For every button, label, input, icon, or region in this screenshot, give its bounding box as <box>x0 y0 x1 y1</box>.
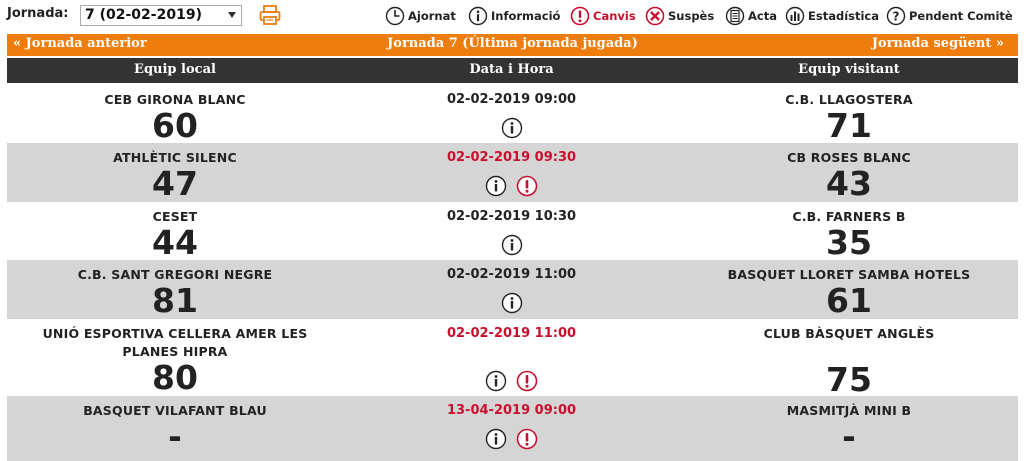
home-team-cell: CEB GIRONA BLANC 60 <box>7 85 343 143</box>
home-score: 44 <box>152 223 198 262</box>
document-icon <box>725 6 745 26</box>
home-team-cell: CESET 44 <box>7 202 343 260</box>
info-icon <box>468 6 488 26</box>
table-row: BASQUET VILAFANT BLAU - 13-04-2019 09:00… <box>7 396 1018 461</box>
alert-icon[interactable] <box>516 428 538 454</box>
away-score: 61 <box>826 281 872 320</box>
away-score: 43 <box>826 164 872 203</box>
stats-icon <box>785 6 805 26</box>
datetime-cell: 02-02-2019 09:00 <box>343 85 680 143</box>
toolbar: Jornada: 7 (02-02-2019) Ajornat Informac… <box>0 0 1024 31</box>
next-jornada-link[interactable]: Jornada següent » <box>872 36 1004 51</box>
table-header: Equip local Data i Hora Equip visitant <box>7 58 1018 83</box>
info-icon[interactable] <box>485 428 507 454</box>
clock-icon <box>385 6 405 26</box>
home-score: 60 <box>152 106 198 145</box>
home-team-cell: C.B. SANT GREGORI NEGRE 81 <box>7 260 343 318</box>
match-datetime: 02-02-2019 10:30 <box>446 209 577 224</box>
match-datetime: 13-04-2019 09:00 <box>446 403 577 418</box>
table-row: C.B. SANT GREGORI NEGRE 81 02-02-2019 11… <box>7 260 1018 319</box>
legend-label: Ajornat <box>408 9 456 23</box>
legend-estadistica: Estadística <box>785 5 879 27</box>
info-icon[interactable] <box>501 292 523 318</box>
info-icon[interactable] <box>501 234 523 260</box>
away-team-cell: MASMITJÀ MINI B - <box>680 396 1018 454</box>
header-away-team: Equip visitant <box>798 62 900 77</box>
match-datetime: 02-02-2019 09:00 <box>446 92 577 107</box>
legend-label: Estadística <box>808 9 879 23</box>
home-team-name[interactable]: UNIÓ ESPORTIVA CELLERA AMER LES PLANES H… <box>7 319 343 361</box>
jornada-nav-bar: Jornada 7 (Última jornada jugada) « Jorn… <box>7 34 1018 56</box>
legend-label: Suspès <box>668 9 715 23</box>
home-score: 47 <box>152 164 198 203</box>
away-score: 75 <box>826 360 872 399</box>
table-row: CEB GIRONA BLANC 60 02-02-2019 09:00 C.B… <box>7 85 1018 143</box>
home-team-cell: UNIÓ ESPORTIVA CELLERA AMER LES PLANES H… <box>7 319 343 395</box>
alert-icon[interactable] <box>516 175 538 201</box>
home-score: 81 <box>152 281 198 320</box>
jornada-select[interactable]: 7 (02-02-2019) <box>80 5 242 26</box>
datetime-cell: 02-02-2019 11:00 <box>343 319 680 396</box>
away-score: - <box>842 417 856 456</box>
print-icon[interactable] <box>259 5 281 25</box>
legend-label: Informació <box>491 9 561 23</box>
legend-label: Acta <box>748 9 777 23</box>
legend-pendent-comite: ? Pendent Comitè <box>886 5 1013 27</box>
legend-ajornat: Ajornat <box>385 5 456 27</box>
legend-informacio: Informació <box>468 5 560 27</box>
datetime-cell: 02-02-2019 10:30 <box>343 202 680 260</box>
away-team-cell: C.B. LLAGOSTERA 71 <box>680 85 1018 143</box>
legend-label: Canvis <box>593 9 636 23</box>
datetime-cell: 02-02-2019 11:00 <box>343 260 680 318</box>
home-team-cell: BASQUET VILAFANT BLAU - <box>7 396 343 454</box>
alert-icon[interactable] <box>516 370 538 396</box>
away-team-cell: CB ROSES BLANC 43 <box>680 143 1018 201</box>
table-row: UNIÓ ESPORTIVA CELLERA AMER LES PLANES H… <box>7 319 1018 397</box>
table-row: CESET 44 02-02-2019 10:30 C.B. FARNERS B… <box>7 202 1018 260</box>
table-row: ATHLÈTIC SILENC 47 02-02-2019 09:30 CB R… <box>7 143 1018 202</box>
home-team-cell: ATHLÈTIC SILENC 47 <box>7 143 343 201</box>
legend-suspes: Suspès <box>645 5 714 27</box>
legend-canvis: Canvis <box>570 5 636 27</box>
legend-acta: Acta <box>725 5 777 27</box>
jornada-title: Jornada 7 (Última jornada jugada) <box>387 36 638 51</box>
datetime-cell: 13-04-2019 09:00 <box>343 396 680 454</box>
away-score: 71 <box>826 106 872 145</box>
jornada-select-value: 7 (02-02-2019) <box>85 7 202 23</box>
svg-text:?: ? <box>893 10 900 24</box>
question-icon: ? <box>886 6 906 26</box>
match-datetime: 02-02-2019 11:00 <box>446 267 577 282</box>
home-score: 80 <box>152 358 198 397</box>
datetime-cell: 02-02-2019 09:30 <box>343 143 680 201</box>
away-team-cell: CLUB BÀSQUET ANGLÈS 75 <box>680 319 1018 397</box>
away-team-name[interactable]: CLUB BÀSQUET ANGLÈS <box>680 319 1018 343</box>
info-icon[interactable] <box>501 117 523 143</box>
chevron-down-icon <box>228 12 236 18</box>
legend-label: Pendent Comitè <box>909 9 1013 23</box>
info-icon[interactable] <box>485 175 507 201</box>
header-date-time: Data i Hora <box>469 62 554 77</box>
jornada-label: Jornada: <box>7 6 69 21</box>
alert-icon <box>570 6 590 26</box>
away-team-cell: C.B. FARNERS B 35 <box>680 202 1018 260</box>
away-team-cell: BASQUET LLORET SAMBA HOTELS 61 <box>680 260 1018 318</box>
previous-jornada-link[interactable]: « Jornada anterior <box>13 36 147 51</box>
match-datetime: 02-02-2019 11:00 <box>446 326 577 341</box>
header-home-team: Equip local <box>134 62 216 77</box>
away-score: 35 <box>826 223 872 262</box>
match-datetime: 02-02-2019 09:30 <box>446 150 577 165</box>
cross-icon <box>645 6 665 26</box>
info-icon[interactable] <box>485 370 507 396</box>
home-score: - <box>168 417 182 456</box>
